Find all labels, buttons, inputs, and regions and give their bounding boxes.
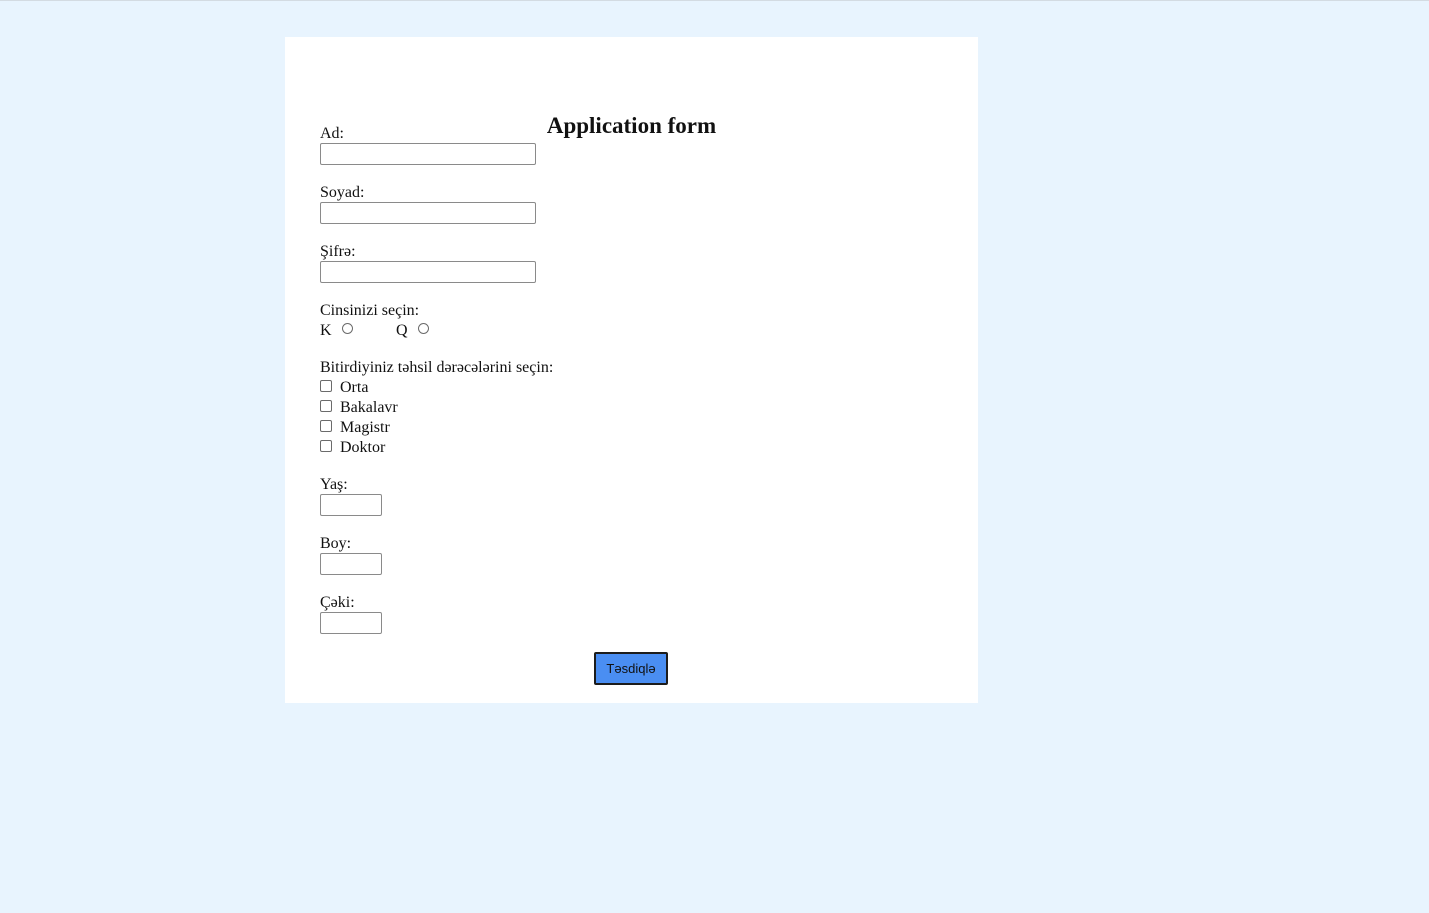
first-name-input[interactable] — [320, 143, 536, 165]
gender-option-k-label: K — [320, 322, 332, 339]
weight-label: Çəki: — [320, 594, 355, 611]
education-doktor-checkbox[interactable] — [320, 440, 332, 452]
last-name-label: Soyad: — [320, 184, 365, 201]
gender-option-q-radio[interactable] — [418, 323, 429, 334]
height-label: Boy: — [320, 535, 352, 552]
gender-label: Cinsinizi seçin: — [320, 302, 420, 319]
gender-option-k-radio[interactable] — [342, 323, 353, 334]
education-label: Bitirdiyiniz təhsil dərəcələrini seçin: — [320, 359, 554, 376]
education-orta-checkbox[interactable] — [320, 380, 332, 392]
application-form-card: Application form Ad: Soyad: Şifrə: Cinsi… — [285, 37, 978, 703]
education-doktor-label: Doktor — [340, 439, 386, 456]
last-name-input[interactable] — [320, 202, 536, 224]
weight-input[interactable] — [320, 612, 382, 634]
education-orta-label: Orta — [340, 379, 369, 396]
age-input[interactable] — [320, 494, 382, 516]
first-name-label: Ad: — [320, 125, 344, 142]
education-magistr-checkbox[interactable] — [320, 420, 332, 432]
password-input[interactable] — [320, 261, 536, 283]
education-magistr-label: Magistr — [340, 419, 390, 436]
education-bakalavr-checkbox[interactable] — [320, 400, 332, 412]
password-label: Şifrə: — [320, 243, 356, 260]
education-bakalavr-label: Bakalavr — [340, 399, 398, 416]
submit-button[interactable]: Təsdiqlə — [594, 652, 668, 685]
form-title: Application form — [546, 113, 717, 138]
gender-option-q-label: Q — [396, 322, 408, 339]
height-input[interactable] — [320, 553, 382, 575]
age-label: Yaş: — [320, 476, 348, 493]
